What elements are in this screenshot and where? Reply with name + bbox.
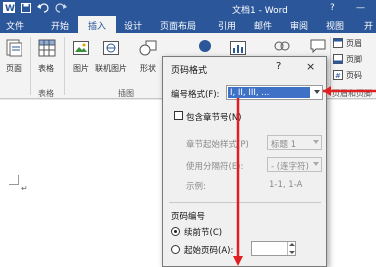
tab-insert[interactable]: 插入 <box>78 16 117 33</box>
separator-select[interactable]: - (连字符) <box>267 157 322 172</box>
spin-down-icon[interactable] <box>289 251 295 254</box>
store-icon[interactable] <box>198 39 212 56</box>
number-format-value: I, II, III, ... <box>230 88 270 98</box>
divider <box>169 202 321 203</box>
shapes-icon[interactable] <box>139 40 157 59</box>
help-button[interactable]: ? <box>330 3 335 13</box>
shapes-button[interactable]: 形状 <box>140 63 156 74</box>
tab-design[interactable]: 设计 <box>124 19 142 32</box>
tab-mailings[interactable]: 邮件 <box>254 19 272 32</box>
example-value: 1-1, 1-A <box>269 180 303 190</box>
header-icon[interactable] <box>333 38 343 51</box>
online-picture-icon[interactable] <box>103 41 119 58</box>
group-separator <box>330 37 331 95</box>
include-chapter-label: 包含章节号(N) <box>186 113 242 123</box>
dialog-title: 页码格式 <box>171 66 208 76</box>
continue-radio[interactable] <box>171 227 180 236</box>
minimize-button[interactable]: — <box>356 3 365 13</box>
page-numbering-label: 页码编号 <box>171 212 206 222</box>
page-number-format-dialog: 页码格式 ? × 编号格式(F): I, II, III, ... 包含章节号(… <box>162 56 327 267</box>
group-separator <box>30 37 31 95</box>
table-button[interactable]: 表格 <box>38 63 54 74</box>
word-window: W 文档1 - Word ? — 文件 开始 插入 设计 页面布局 引用 邮件 … <box>0 0 376 267</box>
quick-access-toolbar: W <box>3 2 67 13</box>
number-format-select[interactable]: I, II, III, ... <box>226 85 323 100</box>
svg-text:#: # <box>335 72 341 80</box>
tab-developer[interactable]: 开 <box>364 19 373 32</box>
chevron-down-icon <box>313 140 319 144</box>
chapter-style-value: 标题 1 <box>271 140 297 150</box>
spin-up-icon[interactable] <box>289 243 295 246</box>
save-icon[interactable] <box>21 2 31 13</box>
separator-label: 使用分隔符(E): <box>186 162 244 172</box>
footer-icon[interactable] <box>333 54 343 67</box>
pages-icon[interactable] <box>6 39 23 60</box>
chapter-style-select[interactable]: 标题 1 <box>267 135 322 150</box>
group-label-illustrations: 插图 <box>118 89 134 98</box>
link-icon[interactable] <box>274 39 290 56</box>
picture-icon[interactable] <box>73 41 89 58</box>
picture-button[interactable]: 图片 <box>73 63 89 74</box>
comment-icon[interactable] <box>310 39 326 56</box>
tab-view[interactable]: 视图 <box>326 19 344 32</box>
page-number-button[interactable]: 页码 <box>346 70 362 81</box>
tab-page-layout[interactable]: 页面布局 <box>160 19 196 32</box>
dialog-help-button[interactable]: ? <box>276 61 281 72</box>
title-bar: W 文档1 - Word ? — <box>0 0 376 16</box>
continue-label: 续前节(C) <box>184 228 223 238</box>
tab-home[interactable]: 开始 <box>51 19 69 32</box>
chevron-down-icon <box>313 162 319 166</box>
ribbon-tabs: 文件 开始 插入 设计 页面布局 引用 邮件 审阅 视图 开 <box>0 16 376 33</box>
header-button[interactable]: 页眉 <box>346 38 362 49</box>
undo-icon[interactable] <box>37 2 49 13</box>
paragraph-mark: ↵ <box>21 184 28 193</box>
tab-review[interactable]: 审阅 <box>290 19 308 32</box>
document-title: 文档1 - Word <box>232 6 288 16</box>
group-separator <box>64 37 65 95</box>
chapter-style-label: 章节起始样式(P) <box>186 140 249 150</box>
pages-button[interactable]: 页面 <box>6 63 22 74</box>
page-number-icon[interactable]: # <box>333 70 343 83</box>
group-label-tables: 表格 <box>38 89 54 98</box>
tab-references[interactable]: 引用 <box>218 19 236 32</box>
include-chapter-checkbox[interactable] <box>174 111 183 120</box>
word-logo-icon: W <box>3 2 15 13</box>
separator-value: - (连字符) <box>271 162 309 172</box>
margin-corner-mark <box>9 175 19 185</box>
start-at-spinner[interactable] <box>251 241 296 256</box>
svg-text:W: W <box>5 4 15 13</box>
footer-button[interactable]: 页脚 <box>346 54 362 65</box>
chevron-down-icon <box>314 90 320 94</box>
table-icon[interactable] <box>38 39 56 60</box>
spinner-buttons[interactable] <box>287 242 295 255</box>
tab-file[interactable]: 文件 <box>0 16 31 33</box>
start-at-label: 起始页码(A): <box>184 246 234 256</box>
dialog-close-button[interactable]: × <box>306 60 315 73</box>
example-label: 示例: <box>186 182 206 192</box>
redo-icon[interactable] <box>55 2 67 13</box>
start-at-radio[interactable] <box>171 245 180 254</box>
number-format-label: 编号格式(F): <box>171 90 220 100</box>
online-picture-button[interactable]: 联机图片 <box>95 63 127 74</box>
group-label-header-footer: 页眉和页脚 <box>332 89 372 98</box>
